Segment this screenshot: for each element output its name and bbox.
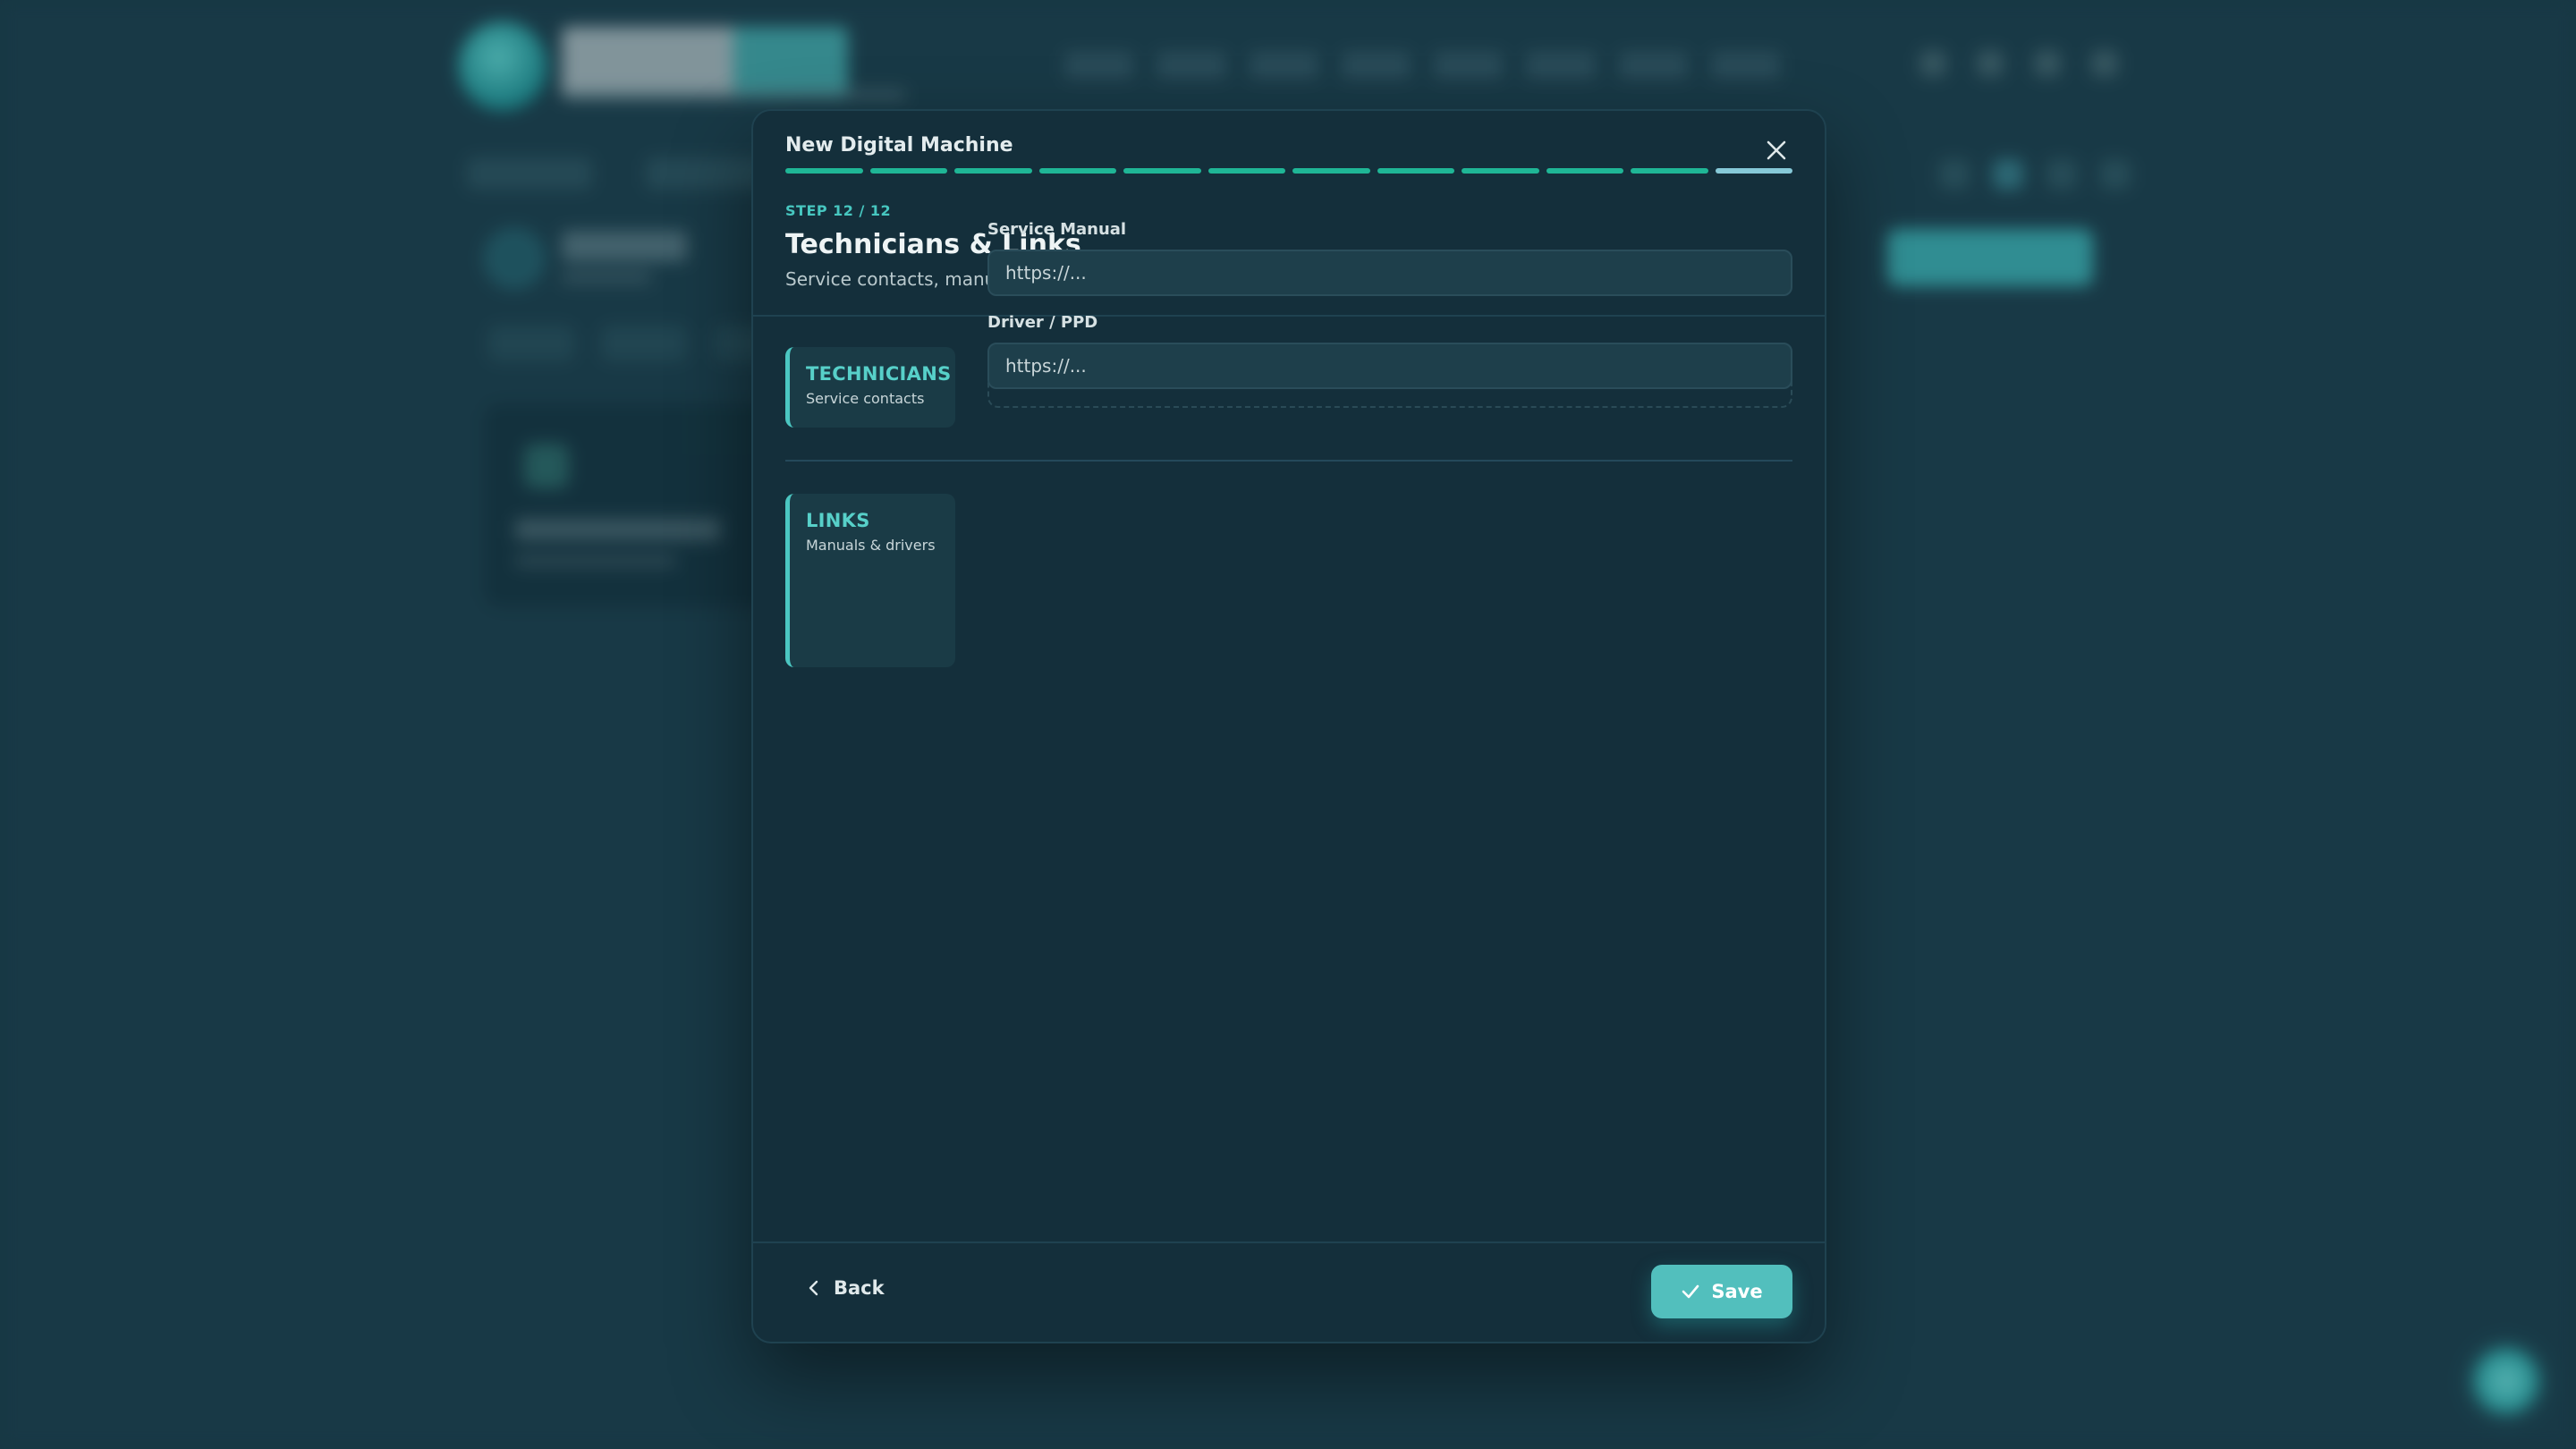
- links-section-name: LINKS: [806, 510, 870, 531]
- progress-segment: [1123, 168, 1201, 174]
- progress-segment: [785, 168, 863, 174]
- new-machine-modal: New Digital Machine STEP 12 / 12 Technic…: [751, 109, 1826, 1343]
- progress-segment: [1377, 168, 1454, 174]
- save-button-label: Save: [1711, 1281, 1763, 1302]
- links-section-tab: LINKS Manuals & drivers: [785, 494, 955, 667]
- technicians-section-name: TECHNICIANS: [806, 363, 952, 385]
- driver-ppd-label: Driver / PPD: [987, 313, 1098, 332]
- service-manual-field-group: Service Manual https://...: [987, 220, 1792, 296]
- technicians-section-tab: TECHNICIANS Service contacts: [785, 347, 955, 428]
- close-button[interactable]: [1758, 132, 1794, 168]
- progress-segment-current: [1715, 168, 1792, 174]
- progress-segment: [1208, 168, 1285, 174]
- progress-segment: [1631, 168, 1708, 174]
- progress-segment: [1038, 168, 1116, 174]
- modal-footer: Back Save: [753, 1241, 1825, 1342]
- modal-title: New Digital Machine: [785, 134, 1013, 157]
- progress-segment: [869, 168, 947, 174]
- section-divider: [785, 460, 1792, 462]
- back-button[interactable]: Back: [807, 1277, 885, 1299]
- service-manual-label: Service Manual: [987, 220, 1127, 239]
- check-icon: [1682, 1284, 1699, 1299]
- save-button[interactable]: Save: [1651, 1265, 1792, 1318]
- progress-segment: [1546, 168, 1623, 174]
- driver-ppd-input[interactable]: https://...: [987, 343, 1792, 389]
- close-icon: [1767, 140, 1786, 160]
- service-manual-input[interactable]: https://...: [987, 250, 1792, 296]
- chevron-left-icon: [809, 1280, 818, 1296]
- technicians-section-description: Service contacts: [806, 390, 925, 407]
- links-section: LINKS Manuals & drivers: [785, 494, 1792, 667]
- step-subtitle: Service contacts, manuals: [785, 268, 1021, 290]
- driver-ppd-field-group: Driver / PPD https://...: [987, 313, 1792, 389]
- progress-segment: [1292, 168, 1370, 174]
- progress-segment: [954, 168, 1032, 174]
- step-progress-bar: [785, 168, 1792, 174]
- step-indicator: STEP 12 / 12: [785, 202, 892, 219]
- links-section-description: Manuals & drivers: [806, 537, 936, 554]
- back-button-label: Back: [834, 1277, 885, 1299]
- progress-segment: [1462, 168, 1539, 174]
